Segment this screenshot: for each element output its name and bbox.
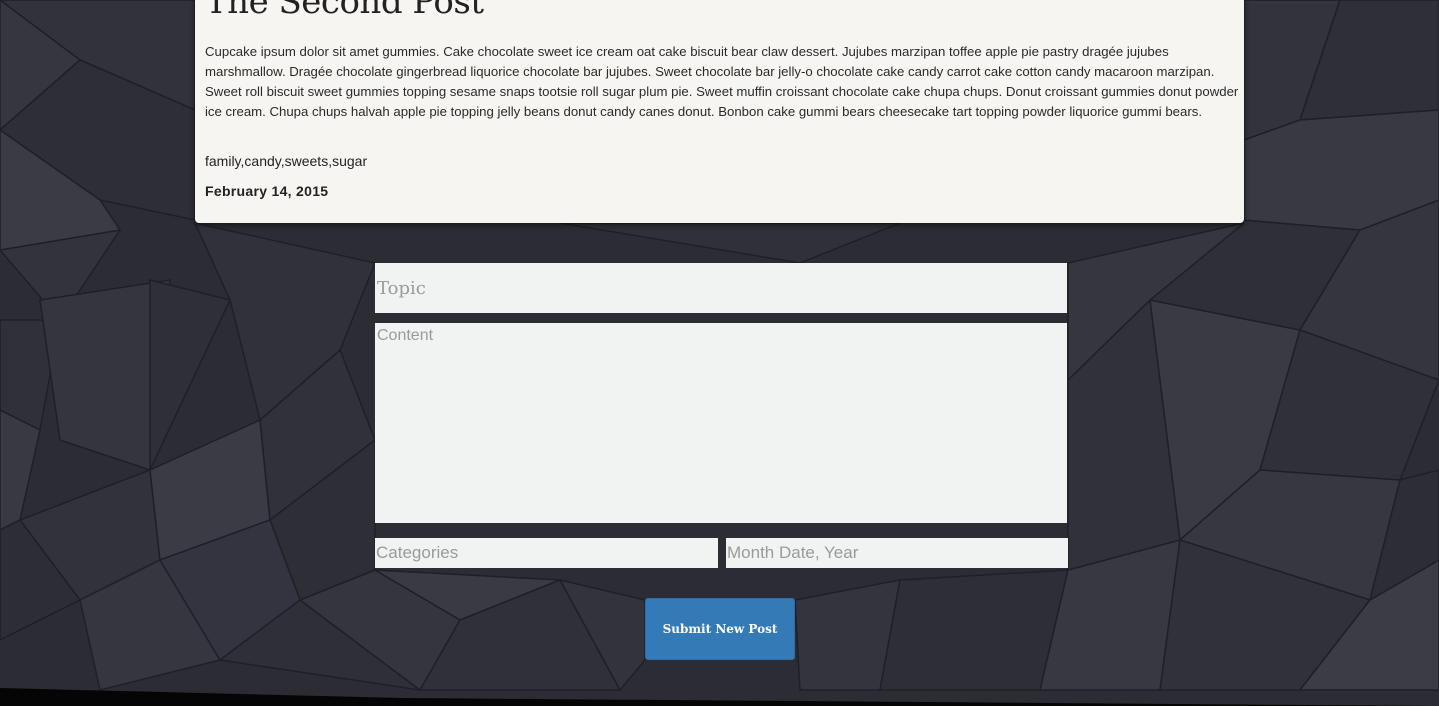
submit-new-post-button[interactable]: Submit New Post <box>645 598 795 660</box>
post-title: The Second Post <box>205 0 484 22</box>
post-body: Cupcake ipsum dolor sit amet gummies. Ca… <box>205 44 1239 119</box>
post-card: The Second Post Cupcake ipsum dolor sit … <box>195 0 1244 223</box>
post-tags: family,candy,sweets,sugar <box>205 153 368 169</box>
categories-input[interactable] <box>375 538 718 568</box>
date-input[interactable] <box>726 538 1068 568</box>
topic-input[interactable] <box>375 263 1067 313</box>
content-textarea[interactable] <box>375 323 1067 523</box>
bottom-edge <box>0 688 1439 706</box>
post-date: February 14, 2015 <box>205 183 329 199</box>
